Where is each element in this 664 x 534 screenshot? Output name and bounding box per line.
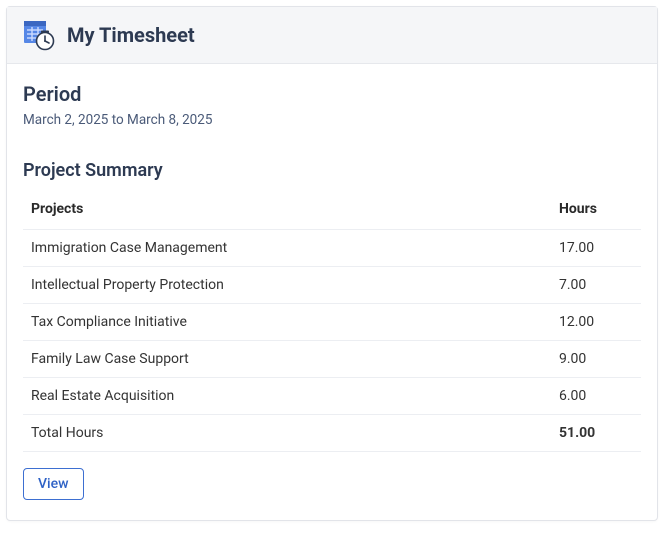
table-row: Tax Compliance Initiative 12.00 [23,304,641,341]
actions-bar: View [23,452,641,508]
project-summary-title: Project Summary [23,160,641,181]
project-name-cell: Immigration Case Management [23,230,551,267]
project-hours-cell: 9.00 [551,341,641,378]
card-body: Period March 2, 2025 to March 8, 2025 Pr… [7,64,657,520]
table-row: Real Estate Acquisition 6.00 [23,378,641,415]
table-row: Intellectual Property Protection 7.00 [23,267,641,304]
period-label: Period [23,82,641,106]
table-row: Immigration Case Management 17.00 [23,230,641,267]
timesheet-icon [23,19,55,51]
column-header-projects: Projects [23,191,551,230]
project-summary-table: Projects Hours Immigration Case Manageme… [23,191,641,452]
total-hours-label: Total Hours [23,415,551,452]
project-hours-cell: 12.00 [551,304,641,341]
period-range: March 2, 2025 to March 8, 2025 [23,112,641,128]
project-hours-cell: 17.00 [551,230,641,267]
card-header: My Timesheet [7,7,657,64]
project-summary-section: Project Summary Projects Hours Immigrati… [23,160,641,452]
project-name-cell: Family Law Case Support [23,341,551,378]
timesheet-card: My Timesheet Period March 2, 2025 to Mar… [6,6,658,521]
project-name-cell: Tax Compliance Initiative [23,304,551,341]
page-title: My Timesheet [67,23,195,47]
project-hours-cell: 7.00 [551,267,641,304]
period-section: Period March 2, 2025 to March 8, 2025 [23,82,641,128]
project-name-cell: Intellectual Property Protection [23,267,551,304]
view-button[interactable]: View [23,468,84,500]
total-row: Total Hours 51.00 [23,415,641,452]
total-hours-value: 51.00 [551,415,641,452]
table-row: Family Law Case Support 9.00 [23,341,641,378]
column-header-hours: Hours [551,191,641,230]
project-name-cell: Real Estate Acquisition [23,378,551,415]
project-hours-cell: 6.00 [551,378,641,415]
